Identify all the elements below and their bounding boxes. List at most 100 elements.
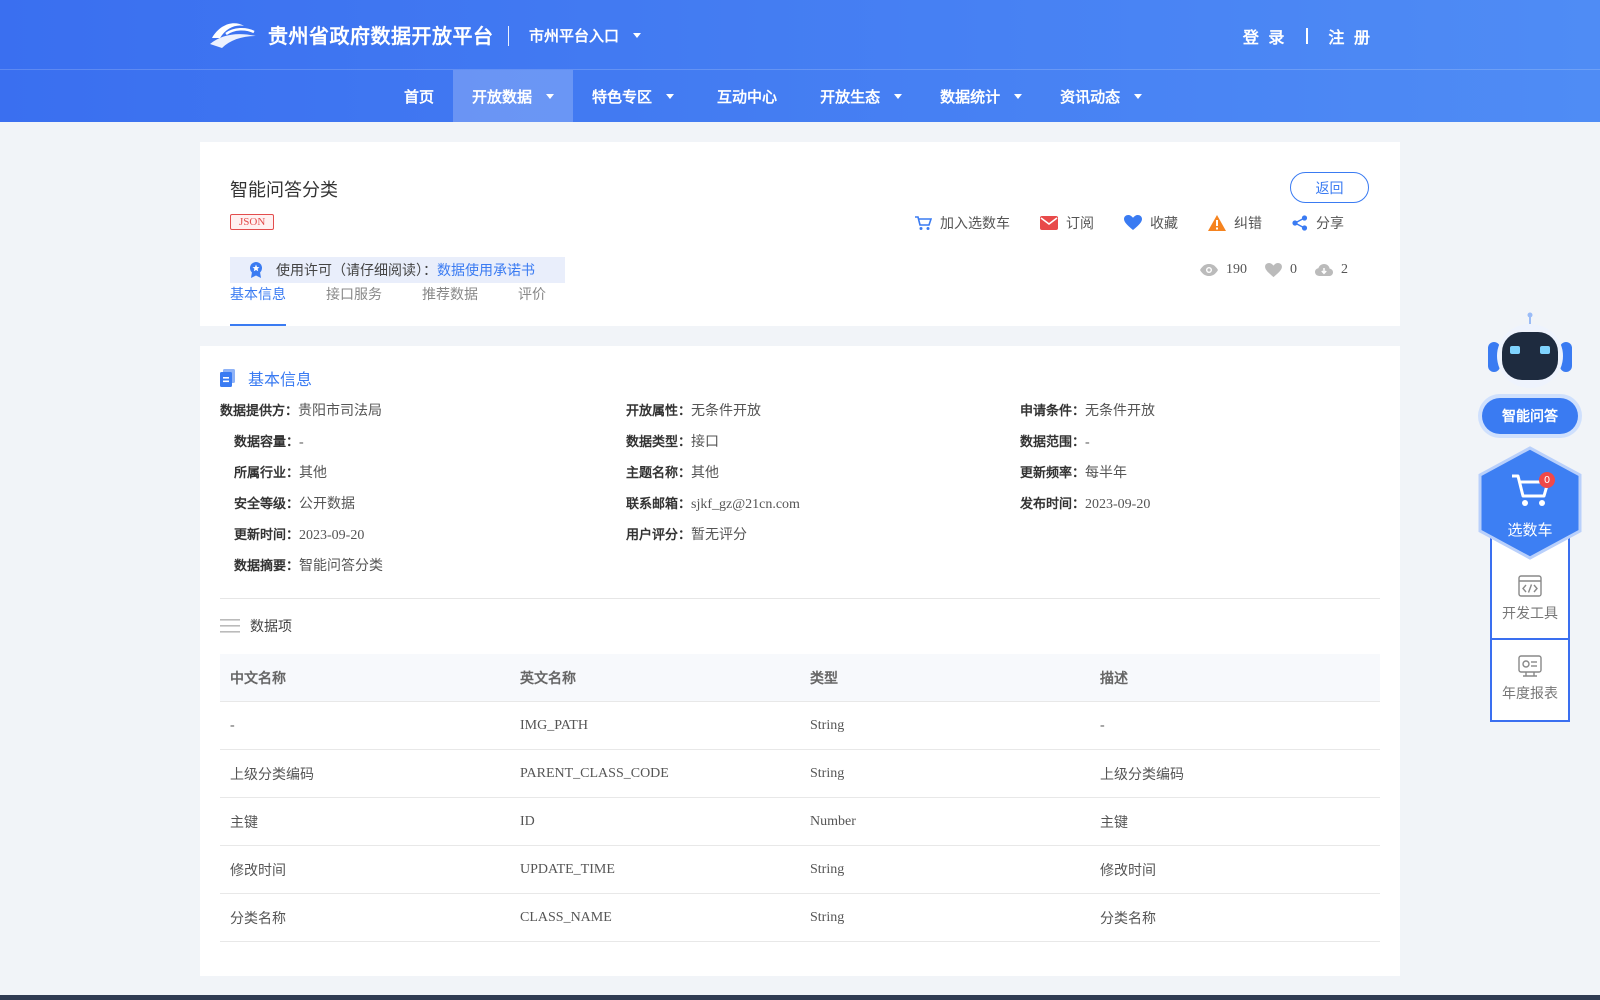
report-icon	[1518, 655, 1542, 677]
ai-assistant-button[interactable]: 智能问答	[1482, 398, 1578, 434]
action-label: 纠错	[1234, 217, 1262, 232]
action-label: 分享	[1316, 217, 1344, 232]
nav-item-featured[interactable]: 特色专区	[573, 70, 693, 122]
like-count: 0	[1265, 262, 1297, 278]
nav-item-statistics[interactable]: 数据统计	[921, 70, 1041, 122]
favorite-button[interactable]: 收藏	[1124, 213, 1178, 233]
register-link[interactable]: 注 册	[1328, 24, 1372, 48]
field-value: 2023-09-20	[1085, 497, 1151, 512]
data-items-heading: 数据项	[220, 616, 292, 636]
nav-label: 首页	[404, 87, 435, 106]
share-button[interactable]: 分享	[1292, 213, 1344, 233]
nav-item-open-data[interactable]: 开放数据	[453, 70, 574, 122]
field-value: 其他	[691, 466, 720, 481]
side-item-label: 年度报表	[1502, 687, 1558, 702]
field-key: 安全等级：	[234, 497, 300, 512]
table-cell: 上级分类编码	[1100, 767, 1184, 783]
mail-icon	[1040, 216, 1058, 230]
dataset-header-card: 智能问答分类 JSON 返回 加入选数车 订阅 收藏 纠错 分享 使用许可（请仔…	[200, 142, 1400, 326]
table-cell: 修改时间	[230, 863, 286, 879]
field-value: 接口	[691, 435, 720, 450]
nav-item-news[interactable]: 资讯动态	[1041, 70, 1161, 122]
nav-label: 开放生态	[820, 87, 881, 106]
field-value: 无条件开放	[691, 404, 762, 419]
subscribe-button[interactable]: 订阅	[1040, 213, 1094, 233]
report-error-button[interactable]: 纠错	[1208, 213, 1262, 233]
field-key: 发布时间：	[1020, 497, 1086, 512]
download-count: 2	[1315, 262, 1348, 278]
document-icon	[220, 369, 235, 387]
license-agreement-link[interactable]: 数据使用承诺书	[437, 260, 535, 280]
chevron-down-icon	[633, 33, 642, 38]
annual-report-button[interactable]: 年度报表	[1492, 638, 1568, 718]
basic-info-heading: 基本信息	[220, 366, 312, 390]
table-cell: 上级分类编码	[230, 767, 314, 783]
site-logo[interactable]: 贵州省政府数据开放平台	[208, 16, 494, 52]
nav-item-home[interactable]: 首页	[385, 70, 453, 122]
section-divider	[220, 598, 1380, 599]
ai-robot-icon[interactable]	[1484, 312, 1576, 402]
share-icon	[1292, 215, 1308, 231]
field-key: 用户评分：	[626, 528, 692, 543]
table-row: 上级分类编码 PARENT_CLASS_CODE String 上级分类编码	[220, 750, 1380, 798]
auth-divider	[1306, 28, 1309, 44]
table-cell: 分类名称	[1100, 911, 1156, 927]
chevron-down-icon	[1134, 93, 1143, 99]
column-header: 描述	[1100, 670, 1128, 687]
like-count-value: 0	[1290, 262, 1297, 277]
heart-icon	[1124, 215, 1142, 230]
dataset-title: 智能问答分类	[230, 180, 338, 201]
code-icon	[1518, 575, 1542, 597]
heart-outline-icon	[1265, 262, 1282, 277]
dataset-stats: 190 0 2	[1200, 262, 1366, 278]
field-capacity: 数据容量：-	[234, 431, 304, 451]
field-key: 数据摘要：	[234, 559, 300, 574]
nav-item-ecosystem[interactable]: 开放生态	[801, 70, 921, 122]
chevron-down-icon	[1014, 93, 1023, 99]
column-header: 英文名称	[520, 670, 576, 687]
field-rating: 用户评分：暂无评分	[626, 524, 747, 544]
tab-basic-info[interactable]: 基本信息	[230, 288, 286, 326]
field-email: 联系邮箱：sjkf_gz@21cn.com	[626, 493, 800, 513]
city-platform-label: 市州平台入口	[529, 27, 620, 45]
chevron-down-icon	[894, 93, 903, 99]
field-key: 数据提供方：	[220, 404, 299, 419]
nav-label: 特色专区	[592, 87, 653, 106]
warning-icon	[1208, 215, 1226, 231]
login-link[interactable]: 登 录	[1243, 24, 1287, 48]
nav-label: 开放数据	[472, 87, 533, 106]
nav-label: 资讯动态	[1060, 87, 1121, 106]
auth-links: 登 录 注 册	[1243, 24, 1372, 48]
cart-hexagon[interactable]	[1478, 446, 1582, 560]
cart-label[interactable]: 选数车	[1478, 519, 1582, 540]
table-cell: String	[810, 717, 845, 733]
table-cell: -	[1100, 717, 1105, 733]
table-cell: String	[810, 861, 845, 877]
field-key: 更新时间：	[234, 528, 300, 543]
nav-item-interaction[interactable]: 互动中心	[693, 70, 801, 122]
nav-label: 互动中心	[717, 87, 778, 106]
dev-tools-button[interactable]: 开发工具	[1492, 560, 1568, 638]
tab-recommended[interactable]: 推荐数据	[422, 288, 478, 326]
city-platform-dropdown[interactable]: 市州平台入口	[529, 25, 642, 46]
field-value: sjkf_gz@21cn.com	[691, 497, 800, 512]
field-summary: 数据摘要：智能问答分类	[234, 555, 383, 575]
field-key: 数据类型：	[626, 435, 692, 450]
field-value: 贵阳市司法局	[298, 404, 383, 419]
cart-icon	[915, 216, 932, 230]
field-value: -	[1085, 435, 1090, 450]
field-provider: 数据提供方：贵阳市司法局	[220, 400, 382, 420]
cart-count-badge: 0	[1539, 472, 1555, 488]
section-title: 数据项	[250, 620, 292, 635]
field-value: -	[299, 435, 304, 450]
chevron-down-icon	[546, 93, 555, 99]
table-cell: PARENT_CLASS_CODE	[520, 765, 669, 781]
tab-reviews[interactable]: 评价	[518, 288, 546, 326]
tab-api-service[interactable]: 接口服务	[326, 288, 382, 326]
add-to-cart-button[interactable]: 加入选数车	[914, 213, 1010, 233]
back-button[interactable]: 返回	[1290, 172, 1369, 203]
field-data-type: 数据类型：接口	[626, 431, 719, 451]
chevron-down-icon	[666, 93, 675, 99]
action-label: 加入选数车	[940, 217, 1010, 232]
header-divider	[508, 25, 509, 46]
